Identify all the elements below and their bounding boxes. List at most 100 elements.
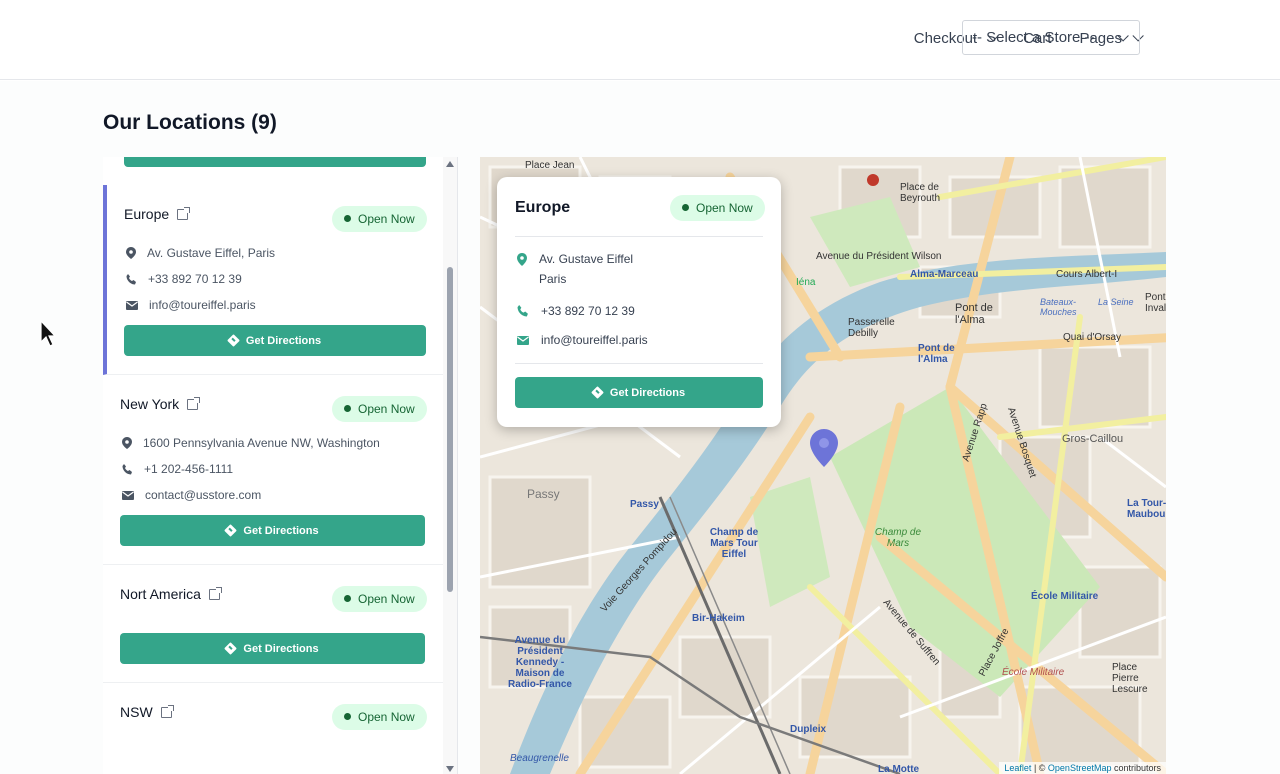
map-label: Pont des Invalides [1145,292,1166,314]
directions-icon [224,524,238,537]
map-label: Alma-Marceau [910,269,979,280]
location-email-text: info@toureiffel.paris [149,298,256,312]
location-email-text: contact@usstore.com [145,488,262,502]
get-directions-button[interactable]: Get Directions [120,633,425,664]
location-name-text: Europe [124,206,170,222]
popup-address: Av. Gustave Eiffel Paris [517,252,633,289]
map-label: La Motte [878,764,920,774]
popup-title: Europe [515,199,571,216]
map-label: Gros-Caillou [1062,433,1124,445]
popup-phone: +33 892 70 12 39 [517,304,635,318]
popup-email: info@toureiffel.paris [517,333,648,347]
map-label: Avenue du Président Wilson [816,251,942,262]
phone-icon [126,273,136,284]
page-title: Our Locations (9) [103,111,277,134]
map-label: Cours Albert-I [1056,269,1118,280]
external-link-icon[interactable] [208,586,222,600]
mail-icon [122,490,134,500]
location-email: info@toureiffel.paris [126,298,256,312]
map-pin-icon [126,247,136,259]
store-map[interactable]: Place Jean Place de Beyrouth Iéna Alma-M… [480,157,1166,774]
chevron-down-icon [1117,30,1129,42]
attribution-separator: | © [1031,763,1048,773]
map-pin-icon [122,437,132,449]
directions-icon [224,642,238,655]
status-badge: Open Now [332,586,427,612]
location-card-europe[interactable]: Europe Open Now Av. Gustave Eiffel, Pari… [103,185,444,375]
location-name-text: NSW [120,704,153,720]
top-navbar: Checkout Cart Pages -- Select a Store -- [0,0,1280,80]
map-label: Passerelle Debilly [848,317,895,339]
divider [515,363,763,364]
location-address: Av. Gustave Eiffel, Paris [126,246,275,260]
scroll-up-arrow[interactable] [446,161,454,167]
external-link-icon[interactable] [177,206,191,220]
map-attribution: Leaflet | © OpenStreetMap contributors [999,762,1166,774]
location-phone-text: +1 202-456-1111 [144,462,234,476]
location-address-text: 1600 Pennsylvania Avenue NW, Washington [143,436,380,450]
popup-address-line1: Av. Gustave Eiffel [539,252,634,266]
location-address: 1600 Pennsylvania Avenue NW, Washington [122,436,380,450]
osm-link[interactable]: OpenStreetMap [1048,763,1112,773]
map-label: Champ de Mars [874,527,922,549]
external-link-icon[interactable] [187,396,201,410]
get-directions-label: Get Directions [243,524,319,537]
locations-list[interactable]: Europe Open Now Av. Gustave Eiffel, Pari… [103,157,458,774]
location-card-new-york[interactable]: New York Open Now 1600 Pennsylvania Aven… [103,375,444,565]
list-scrollbar[interactable] [443,157,457,774]
directions-button-partial[interactable] [124,157,426,167]
get-directions-label: Get Directions [609,386,686,399]
map-label: Place de Beyrouth [900,182,941,204]
map-pin-icon [517,253,527,266]
map-label: Pont de l'Alma [918,343,955,365]
location-name[interactable]: Europe [124,206,191,222]
popup-email-text[interactable]: info@toureiffel.paris [541,333,648,347]
location-name-text: Nort America [120,586,201,602]
mail-icon [517,335,529,345]
location-address-text: Av. Gustave Eiffel, Paris [147,246,276,260]
get-directions-button[interactable]: Get Directions [124,325,426,356]
map-label: La Tour-Maubourg [1127,498,1166,520]
map-label: Passy [527,487,560,501]
mail-icon [126,300,138,310]
status-badge: Open Now [332,206,427,232]
locations-section: Our Locations (9) Europe Open Now Av. Gu… [0,81,1280,774]
location-card-nsw[interactable]: NSW Open Now [103,683,444,774]
get-directions-label: Get Directions [245,334,322,347]
mouse-cursor-icon [40,320,56,347]
map-label: Beaugrenelle [510,753,569,764]
attribution-suffix: contributors [1111,763,1161,773]
phone-icon [517,305,528,317]
popup-address-line2: Paris [539,272,567,286]
status-badge: Open Now [332,704,427,730]
scroll-thumb[interactable] [447,267,453,592]
map-label: Quai d'Orsay [1063,332,1122,343]
leaflet-link[interactable]: Leaflet [1004,763,1031,773]
popup-get-directions-button[interactable]: Get Directions [515,377,763,408]
map-label: École Militaire [1002,667,1065,678]
map-label: Champ de Mars Tour Eiffel [709,527,759,560]
location-name-text: New York [120,396,180,412]
directions-icon [591,386,604,399]
map-label: Pont de l'Alma [955,302,993,326]
location-name[interactable]: NSW [120,704,174,720]
map-label: La Seine [1098,297,1134,307]
map-popup: Europe Open Now Av. Gustave Eiffel Paris… [497,177,781,427]
map-label: Dupleix [790,724,827,735]
map-label: Bir-Hakeim [692,613,745,624]
location-name[interactable]: New York [120,396,201,412]
map-label: Passy [630,499,659,510]
location-phone: +1 202-456-1111 [122,462,233,476]
map-label: Bateaux-Mouches [1040,297,1077,317]
scroll-down-arrow[interactable] [446,766,454,772]
map-label: Place Jean [525,160,575,171]
map-label: Place Pierre Lescure [1112,662,1148,695]
external-link-icon[interactable] [160,704,174,718]
status-badge: Open Now [332,396,427,422]
store-select[interactable]: -- Select a Store -- [962,20,1140,55]
location-card-nort-america[interactable]: Nort America Open Now Get Directions [103,565,444,683]
map-label: Iéna [796,277,816,288]
get-directions-button[interactable]: Get Directions [120,515,425,546]
status-badge: Open Now [670,195,765,221]
location-name[interactable]: Nort America [120,586,222,602]
